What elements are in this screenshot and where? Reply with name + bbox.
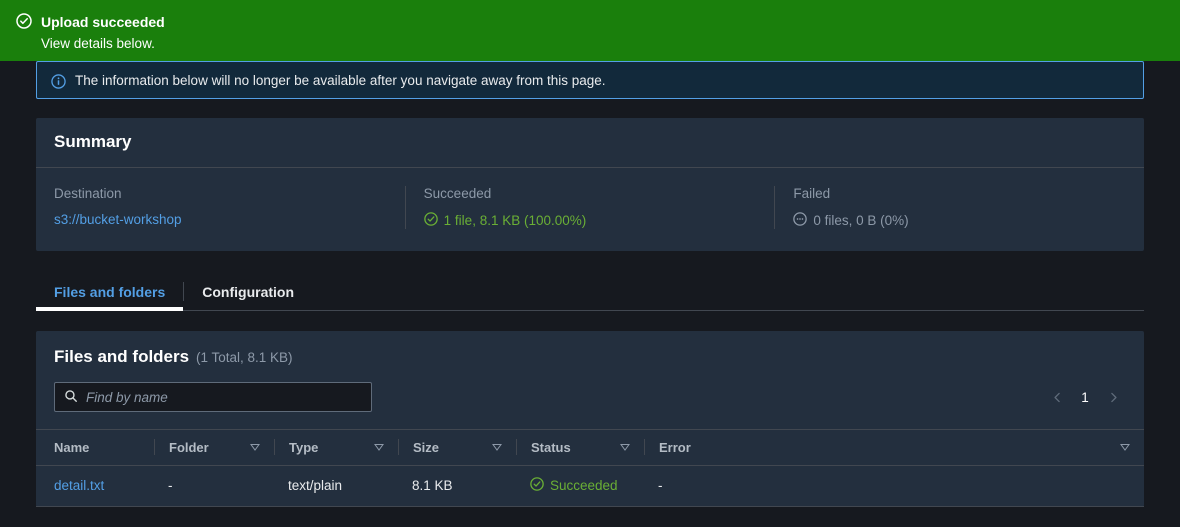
- upload-success-banner: Upload succeeded View details below.: [0, 0, 1180, 61]
- pagination: 1: [1044, 384, 1126, 410]
- destination-link[interactable]: s3://bucket-workshop: [54, 212, 182, 227]
- files-table-body: detail.txt - text/plain 8.1 KB Succeeded…: [36, 465, 1144, 507]
- page-content: The information below will no longer be …: [0, 61, 1180, 507]
- column-header-status[interactable]: Status: [516, 429, 644, 466]
- filter-triangle-icon[interactable]: [620, 442, 630, 452]
- info-alert-text: The information below will no longer be …: [75, 73, 606, 88]
- summary-header: Summary: [36, 118, 1144, 168]
- succeeded-label: Succeeded: [423, 186, 492, 201]
- banner-subtitle: View details below.: [41, 36, 155, 52]
- failed-label: Failed: [793, 186, 831, 201]
- info-alert: The information below will no longer be …: [36, 61, 1144, 99]
- summary-body: Destination s3://bucket-workshop Succeed…: [36, 168, 1144, 251]
- cell-size: 8.1 KB: [398, 465, 516, 507]
- summary-col-failed: Failed 0 files, 0 B (0%): [774, 186, 1144, 229]
- column-label-error: Error: [659, 439, 691, 455]
- tab-bar: Files and folders Configuration: [36, 273, 1144, 311]
- summary-col-succeeded: Succeeded 1 file, 8.1 KB (100.00%): [404, 186, 775, 229]
- files-card-header: Files and folders (1 Total, 8.1 KB): [36, 331, 1144, 367]
- column-header-folder[interactable]: Folder: [154, 429, 274, 466]
- column-header-error[interactable]: Error: [644, 429, 1144, 466]
- column-label-type: Type: [289, 439, 319, 455]
- filter-triangle-icon[interactable]: [374, 442, 384, 452]
- search-icon: [64, 389, 78, 406]
- column-header-name[interactable]: Name: [36, 429, 154, 466]
- check-circle-icon: [423, 212, 438, 229]
- filter-triangle-icon[interactable]: [492, 442, 502, 452]
- table-header-row: Name Folder Type Size Status Error: [36, 429, 1144, 466]
- ellipsis-circle-icon: [793, 212, 808, 229]
- table-toolbar: 1: [36, 367, 1144, 429]
- files-table: Name Folder Type Size Status Error detai…: [36, 429, 1144, 507]
- search-box[interactable]: [54, 382, 372, 412]
- column-header-type[interactable]: Type: [274, 429, 398, 466]
- cell-type: text/plain: [274, 465, 398, 507]
- chevron-left-icon[interactable]: [1044, 384, 1070, 410]
- cell-folder: -: [154, 465, 274, 507]
- succeeded-text: 1 file, 8.1 KB (100.00%): [443, 213, 587, 228]
- destination-label: Destination: [54, 186, 122, 201]
- status-badge: Succeeded: [550, 478, 618, 493]
- page-number-1[interactable]: 1: [1074, 390, 1096, 405]
- banner-title: Upload succeeded: [41, 14, 165, 30]
- column-label-size: Size: [413, 439, 440, 455]
- files-card-title: Files and folders: [54, 347, 190, 366]
- column-label-folder: Folder: [169, 439, 209, 455]
- column-label-name: Name: [54, 439, 90, 455]
- summary-title: Summary: [54, 132, 132, 151]
- table-row: detail.txt - text/plain 8.1 KB Succeeded…: [36, 465, 1144, 507]
- cell-status: Succeeded: [516, 465, 644, 507]
- file-link-detail-txt[interactable]: detail.txt: [54, 478, 104, 493]
- status-positive-icon: [16, 13, 32, 32]
- files-card-count: (1 Total, 8.1 KB): [195, 350, 293, 365]
- search-input[interactable]: [86, 389, 362, 405]
- info-icon: [51, 74, 66, 92]
- cell-name: detail.txt: [36, 465, 154, 507]
- files-table-head: Name Folder Type Size Status Error: [36, 429, 1144, 466]
- tab-configuration[interactable]: Configuration: [184, 273, 312, 310]
- check-circle-icon: [530, 477, 544, 494]
- succeeded-value: 1 file, 8.1 KB (100.00%): [423, 212, 757, 229]
- column-header-size[interactable]: Size: [398, 429, 516, 466]
- summary-col-destination: Destination s3://bucket-workshop: [36, 186, 405, 229]
- filter-triangle-icon[interactable]: [250, 442, 260, 452]
- filter-triangle-icon[interactable]: [1120, 442, 1130, 452]
- failed-text: 0 files, 0 B (0%): [813, 213, 909, 228]
- chevron-right-icon[interactable]: [1100, 384, 1126, 410]
- cell-error: -: [644, 465, 1144, 507]
- summary-card: Summary Destination s3://bucket-workshop…: [36, 118, 1144, 251]
- column-label-status: Status: [531, 439, 571, 455]
- tab-files-and-folders[interactable]: Files and folders: [36, 273, 184, 311]
- failed-value: 0 files, 0 B (0%): [793, 212, 1126, 229]
- files-and-folders-card: Files and folders (1 Total, 8.1 KB) Find…: [36, 331, 1144, 507]
